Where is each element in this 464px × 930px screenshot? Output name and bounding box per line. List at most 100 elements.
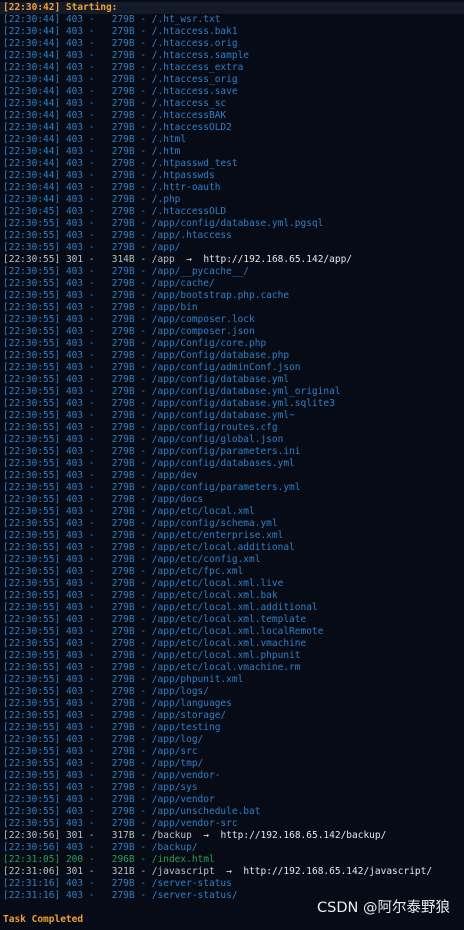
request-path: /app/sys [151,782,198,793]
request-path: /.htaccess.bak1 [151,26,238,37]
timestamp: [22:30:55] [3,614,61,625]
result-row: [22:30:45] 403 - 279B - /.htaccessOLD [3,206,227,217]
response-size: 279B [111,842,135,853]
timestamp: [22:30:55] [3,770,61,781]
status-code: 403 [65,38,84,49]
response-size: 279B [111,422,135,433]
response-size: 279B [111,590,135,601]
response-size: 279B [111,74,135,85]
response-size: 279B [111,302,135,313]
response-size: 279B [111,698,135,709]
status-code: 403 [65,194,84,205]
result-row: [22:30:55] 403 - 279B - /app/etc/local.x… [3,590,278,601]
result-row: [22:30:55] 403 - 279B - /app/Config/data… [3,350,290,361]
request-path: /app/etc/enterprise.xml [151,530,284,541]
status-code: 403 [65,62,84,73]
response-size: 279B [111,62,135,73]
result-row: [22:30:55] 403 - 279B - /app/config/sche… [3,518,278,529]
status-code: 403 [65,818,84,829]
timestamp: [22:30:44] [3,110,61,121]
timestamp: [22:30:56] [3,830,61,841]
timestamp: [22:30:55] [3,566,61,577]
response-size: 279B [111,290,135,301]
response-size: 279B [111,134,135,145]
response-size: 279B [111,194,135,205]
response-size: 279B [111,458,135,469]
request-path: /javascript [151,866,215,877]
response-size: 279B [111,890,135,901]
result-row: [22:30:55] 403 - 279B - /app/vendor-src [3,818,238,829]
request-path: /app/config/database.yml~ [151,410,295,421]
timestamp: [22:30:44] [3,98,61,109]
response-size: 296B [111,854,135,865]
request-path: /app/testing [151,722,221,733]
status-code: 403 [65,614,84,625]
result-row: [22:30:55] 403 - 279B - /app/cache/ [3,278,215,289]
timestamp: [22:30:55] [3,602,61,613]
status-code: 403 [65,146,84,157]
request-path: /app/log/ [151,734,204,745]
timestamp: [22:30:55] [3,422,61,433]
result-row: [22:30:55] 403 - 279B - /app/config/data… [3,218,324,229]
status-code: 403 [65,374,84,385]
timestamp: [22:30:55] [3,302,61,313]
request-path: /app/config/database.yml.sqlite3 [151,398,335,409]
timestamp: [22:30:55] [3,326,61,337]
request-path: /app/config/adminConf.json [151,362,301,373]
status-code: 403 [65,794,84,805]
result-row: [22:30:44] 403 - 279B - /.htaccess.sampl… [3,50,250,61]
timestamp: [22:30:55] [3,662,61,673]
response-size: 279B [111,410,135,421]
status-code: 403 [65,650,84,661]
status-code: 403 [65,278,84,289]
result-row: [22:30:44] 403 - 279B - /.ht_wsr.txt [3,14,221,25]
response-size: 279B [111,818,135,829]
result-row: [22:30:55] 403 - 279B - /app/vendor- [3,770,221,781]
timestamp: [22:30:55] [3,338,61,349]
status-code: 403 [65,242,84,253]
status-code: 403 [65,758,84,769]
response-size: 279B [111,314,135,325]
request-path: /app/etc/local.xml [151,506,255,517]
status-code: 403 [65,890,84,901]
result-row: [22:30:55] 403 - 279B - /app/tmp/ [3,758,204,769]
request-path: /app/config/database.yml_original [151,386,341,397]
response-size: 279B [111,770,135,781]
request-path: /app/src [151,746,198,757]
timestamp: [22:30:55] [3,554,61,565]
status-code: 403 [65,110,84,121]
timestamp: [22:30:44] [3,38,61,49]
result-row: [22:30:44] 403 - 279B - /.htpasswds [3,170,215,181]
request-path: /app/etc/config.xml [151,554,261,565]
status-code: 403 [65,314,84,325]
result-row: [22:30:55] 403 - 279B - /app/vendor [3,794,215,805]
timestamp: [22:30:44] [3,170,61,181]
response-size: 279B [111,38,135,49]
status-code: 403 [65,434,84,445]
request-path: /app/docs [151,494,204,505]
request-path: /app/__pycache__/ [151,266,250,277]
timestamp: [22:30:44] [3,50,61,61]
request-path: /.htm [151,146,181,157]
response-size: 279B [111,386,135,397]
response-size: 279B [111,710,135,721]
result-row: [22:30:55] 403 - 279B - /app/storage/ [3,710,227,721]
request-path: /app/ [151,242,181,253]
status-code: 403 [65,806,84,817]
timestamp: [22:30:44] [3,146,61,157]
result-row: [22:30:55] 403 - 279B - /app/etc/local.a… [3,542,295,553]
timestamp: [22:30:44] [3,194,61,205]
timestamp: [22:30:55] [3,314,61,325]
request-path: /.htaccessOLD2 [151,122,232,133]
response-size: 317B [111,830,135,841]
timestamp: [22:30:44] [3,122,61,133]
result-row: [22:30:55] 403 - 279B - /app/etc/local.x… [3,602,318,613]
request-path: /app/config/schema.yml [151,518,278,529]
status-code: 403 [65,326,84,337]
response-size: 279B [111,278,135,289]
timestamp: [22:30:55] [3,374,61,385]
redirect-arrow-icon: → [186,254,192,265]
result-row: [22:30:44] 403 - 279B - /.htaccessBAK [3,110,227,121]
result-row: [22:30:55] 403 - 279B - /app/etc/local.x… [3,650,301,661]
timestamp: [22:30:55] [3,518,61,529]
